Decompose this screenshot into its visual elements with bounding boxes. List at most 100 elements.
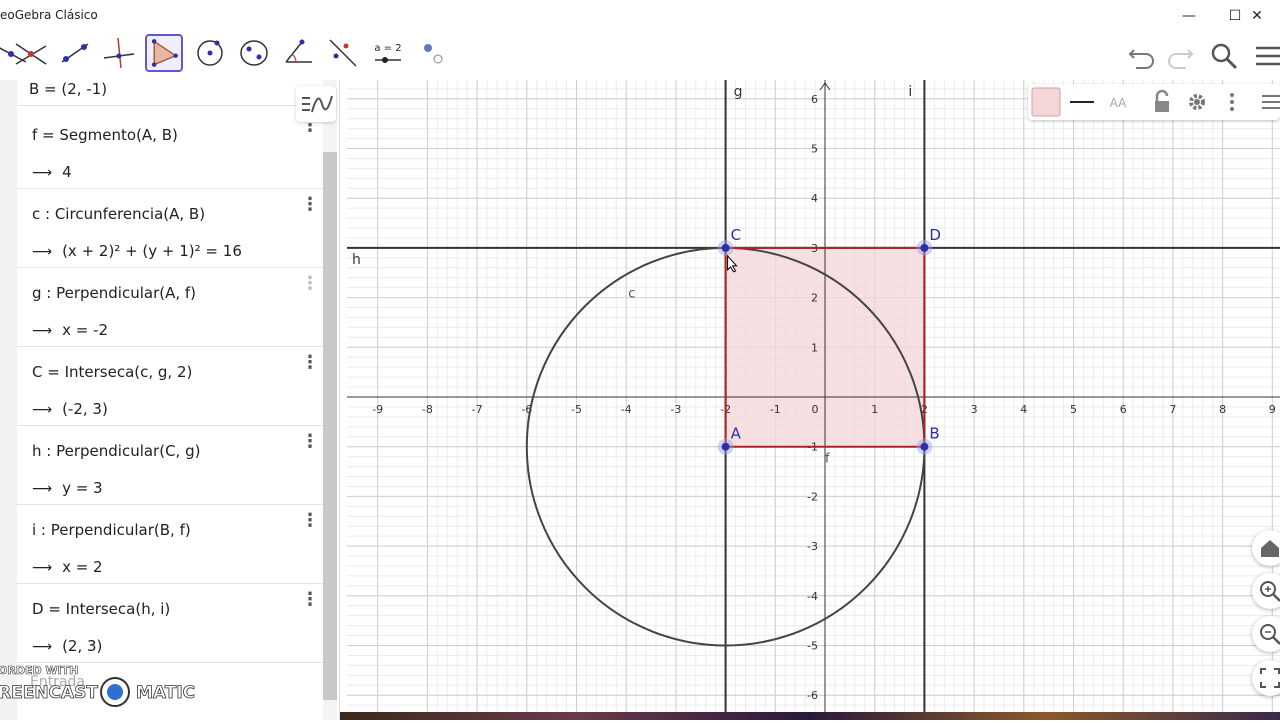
algebra-row-g[interactable]: g : Perpendicular(A, f) x = -2 ⋮ [17,268,323,347]
angle-tool-icon[interactable] [280,34,318,72]
show-hide-tool-icon[interactable] [413,34,451,72]
algebra-value: x = -2 [32,321,108,339]
title-bar: eoGebra Clásico — ☐ ✕ [0,0,1280,32]
svg-text:AA: AA [1110,96,1128,110]
more-vertical-icon[interactable] [1216,86,1248,118]
algebra-row-h[interactable]: h : Perpendicular(C, g) y = 3 ⋮ [17,426,323,505]
more-options-icon[interactable]: ⋮ [301,590,319,610]
algebra-value: (-2, 3) [32,400,108,418]
settings-gear-icon[interactable] [1181,86,1213,118]
y-tick-label: 1 [811,341,818,354]
redo-icon[interactable] [1162,38,1198,74]
x-tick-label: 1 [871,403,878,416]
text-size-button[interactable]: AA [1102,86,1134,118]
x-tick-label: 5 [1070,403,1077,416]
point-D [920,243,929,252]
toolbar: a = 2 [0,32,1280,80]
reflect-tool-icon[interactable] [324,34,362,72]
fill-color-button[interactable] [1030,86,1062,118]
toggle-style-bar-icon[interactable] [1252,86,1280,118]
point-label-D: D [929,226,941,244]
search-icon[interactable] [1206,38,1242,74]
point-label-B: B [929,425,939,443]
fullscreen-icon[interactable] [1252,660,1280,696]
x-tick-label: 9 [1269,403,1276,416]
y-tick-label: 4 [811,192,818,205]
algebra-definition: c : Circunferencia(A, B) [32,205,206,223]
minimize-button[interactable]: — [1166,0,1212,32]
bottom-video-strip [340,712,1280,720]
screencast-watermark: ORDED WITH REENCAST MATIC [0,660,200,720]
more-options-icon[interactable]: ⋮ [301,432,319,452]
undo-icon[interactable] [1124,38,1160,74]
circle-label-c: c [628,287,635,302]
algebra-value: (2, 3) [32,637,102,655]
algebra-row-i[interactable]: i : Perpendicular(B, f) x = 2 ⋮ [17,505,323,584]
circle-tool-icon[interactable] [191,34,229,72]
more-options-icon[interactable]: ⋮ [301,274,319,294]
x-tick-label: -5 [571,403,582,416]
conic-tool-icon[interactable] [235,34,273,72]
algebra-definition: g : Perpendicular(A, f) [32,284,197,302]
line-tool-icon[interactable] [56,34,94,72]
zoom-out-icon[interactable] [1252,616,1280,652]
y-tick-label: -5 [807,640,818,653]
more-options-icon[interactable]: ⋮ [301,511,319,531]
x-tick-label: -8 [422,403,433,416]
point-B [920,442,929,451]
algebra-definition: f = Segmento(A, B) [32,126,178,144]
x-tick-label: -1 [770,403,781,416]
y-tick-label: 6 [811,93,818,106]
scrollbar-thumb[interactable] [323,152,337,700]
algebra-marble-strip [0,80,17,720]
intersect-tool-icon[interactable] [12,34,50,72]
slider-label: a = 2 [374,43,401,54]
home-view-button[interactable] [1252,530,1280,566]
x-tick-label: -9 [372,403,383,416]
perpendicular-line-tool-icon[interactable] [100,34,138,72]
x-tick-label: -7 [472,403,483,416]
algebra-row-c[interactable]: c : Circunferencia(A, B) (x + 2)² + (y +… [17,189,323,268]
x-tick-label: -3 [670,403,681,416]
close-button[interactable]: ✕ [1234,0,1280,32]
x-tick-label: 3 [971,403,978,416]
svg-text:ORDED WITH: ORDED WITH [0,664,78,677]
main-menu-icon[interactable] [1250,38,1280,74]
svg-text:REENCAST: REENCAST [0,683,98,703]
segment-label-f: f [825,452,830,467]
line-style-button[interactable] [1066,86,1098,118]
algebra-definition: C = Interseca(c, g, 2) [32,363,193,381]
algebra-row-B[interactable]: B = (2, -1) [17,80,323,106]
point-C [721,243,730,252]
more-options-icon[interactable]: ⋮ [301,195,319,215]
x-tick-label: 4 [1020,403,1027,416]
svg-text:MATIC: MATIC [136,683,195,703]
toggle-algebra-style-button[interactable] [296,86,336,122]
algebra-value: (x + 2)² + (y + 1)² = 16 [32,242,242,260]
algebra-definition: B = (2, -1) [29,80,108,98]
algebra-row-D[interactable]: D = Interseca(h, i) (2, 3) ⋮ [17,584,323,663]
y-tick-label: 5 [811,143,818,156]
algebra-row-f[interactable]: f = Segmento(A, B) 4 ⋮ [17,110,323,189]
algebra-row-C[interactable]: C = Interseca(c, g, 2) (-2, 3) ⋮ [17,347,323,426]
y-tick-label: -4 [807,590,818,603]
point-label-C: C [731,226,741,244]
polygon-tool-icon[interactable] [145,34,183,72]
algebra-value: 4 [32,163,72,181]
graphics-view[interactable]: -9-8-7-6-5-4-3-2-10123456789654321-1-2-3… [347,80,1280,712]
more-options-icon[interactable]: ⋮ [301,353,319,373]
algebra-definition: i : Perpendicular(B, f) [32,521,191,539]
window-title: eoGebra Clásico [0,8,98,22]
graphics-canvas[interactable]: -9-8-7-6-5-4-3-2-10123456789654321-1-2-3… [347,80,1280,712]
lock-icon[interactable] [1146,86,1178,118]
zoom-in-icon[interactable] [1252,573,1280,609]
y-tick-label: -3 [807,540,818,553]
graphics-style-bar: AA [1028,84,1280,120]
algebra-view: B = (2, -1) f = Segmento(A, B) 4 ⋮ c : C… [0,80,340,720]
x-tick-label: 7 [1169,403,1176,416]
x-tick-label: 8 [1219,403,1226,416]
algebra-value: y = 3 [32,479,103,497]
slider-tool-icon[interactable]: a = 2 [369,34,407,72]
x-tick-label: 6 [1120,403,1127,416]
algebra-definition: D = Interseca(h, i) [32,600,171,618]
